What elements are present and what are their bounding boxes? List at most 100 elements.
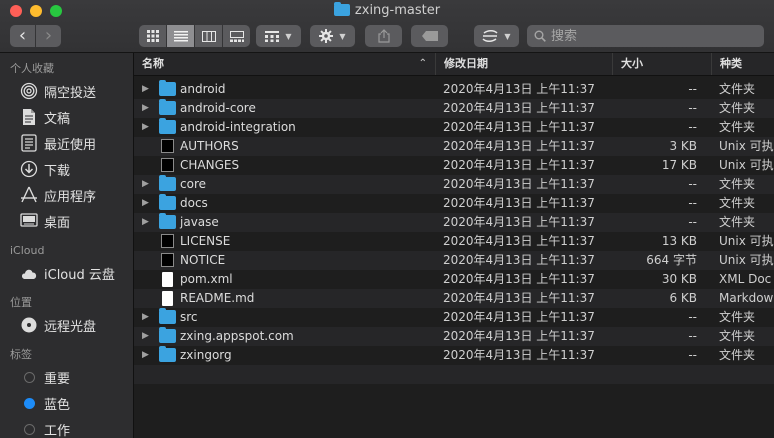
folder-icon — [159, 194, 176, 210]
file-row[interactable]: ▶ zxingorg 2020年4月13日 上午11:37 -- 文件夹 — [134, 346, 774, 365]
disclosure-triangle-icon[interactable]: ▶ — [142, 80, 149, 99]
folder-icon — [159, 118, 176, 134]
edit-tags-button[interactable] — [411, 25, 448, 47]
file-row[interactable]: ▶ docs 2020年4月13日 上午11:37 -- 文件夹 — [134, 194, 774, 213]
forward-button[interactable]: › — [36, 25, 61, 47]
column-size-header[interactable]: 大小 — [612, 53, 711, 75]
file-row[interactable]: ▶ javase 2020年4月13日 上午11:37 -- 文件夹 — [134, 213, 774, 232]
file-row[interactable]: ▶ android 2020年4月13日 上午11:37 -- 文件夹 — [134, 80, 774, 99]
file-date: 2020年4月13日 上午11:37 — [443, 310, 595, 324]
folder-icon — [159, 213, 176, 229]
window-title-text: zxing-master — [354, 3, 441, 18]
file-row[interactable]: CHANGES 2020年4月13日 上午11:37 17 KB Unix 可执 — [134, 156, 774, 175]
list-lines-icon — [173, 30, 188, 41]
sidebar-item[interactable]: 蓝色 — [0, 390, 133, 416]
sidebar-item[interactable]: 最近使用 — [0, 130, 133, 156]
gear-icon — [319, 29, 334, 43]
file-row[interactable]: ▶ android-core 2020年4月13日 上午11:37 -- 文件夹 — [134, 99, 774, 118]
file-size: 30 KB — [661, 272, 697, 286]
sort-ascending-icon: ⌃ — [418, 58, 427, 69]
sidebar-item[interactable]: 文稿 — [0, 104, 133, 130]
search-field[interactable] — [527, 25, 764, 48]
file-row[interactable]: LICENSE 2020年4月13日 上午11:37 13 KB Unix 可执 — [134, 232, 774, 251]
column-view-button[interactable] — [195, 25, 222, 47]
back-button[interactable]: ‹ — [10, 25, 35, 47]
file-size: 17 KB — [661, 158, 697, 172]
desktop-icon — [20, 212, 38, 230]
sidebar-item-label: 桌面 — [44, 215, 71, 231]
disclosure-triangle-icon[interactable]: ▶ — [142, 327, 149, 346]
file-size: -- — [688, 120, 697, 134]
search-input[interactable] — [551, 25, 751, 48]
file-date: 2020年4月13日 上午11:37 — [443, 158, 595, 172]
file-row[interactable]: ▶ zxing.appspot.com 2020年4月13日 上午11:37 -- 文件… — [134, 327, 774, 346]
disclosure-triangle-icon[interactable]: ▶ — [142, 346, 149, 365]
file-row[interactable]: ▶ core 2020年4月13日 上午11:37 -- 文件夹 — [134, 175, 774, 194]
action-button[interactable]: ▼ — [310, 25, 355, 47]
file-name: src — [180, 310, 198, 324]
sidebar-item[interactable]: iCloud 云盘 — [0, 260, 133, 286]
folder-icon — [159, 308, 176, 324]
chevron-down-icon: ▼ — [285, 31, 292, 41]
sidebar-item-label: 最近使用 — [44, 137, 97, 153]
file-row[interactable]: README.md 2020年4月13日 上午11:37 6 KB Markdow — [134, 289, 774, 308]
empty-row — [134, 365, 774, 384]
file-rows: ▶ android 2020年4月13日 上午11:37 -- 文件夹 ▶ android-… — [134, 80, 774, 403]
share-button[interactable] — [365, 25, 402, 47]
column-kind-header[interactable]: 种类 — [711, 53, 774, 75]
disclosure-triangle-icon[interactable]: ▶ — [142, 194, 149, 213]
share-icon — [377, 29, 390, 43]
file-date: 2020年4月13日 上午11:37 — [443, 348, 595, 362]
sidebar-item[interactable]: 应用程序 — [0, 182, 133, 208]
sidebar-item[interactable]: 重要 — [0, 364, 133, 390]
disclosure-triangle-icon[interactable]: ▶ — [142, 99, 149, 118]
folder-icon — [159, 80, 176, 96]
sidebar-item[interactable]: 桌面 — [0, 208, 133, 234]
icon-view-button[interactable] — [139, 25, 166, 47]
disclosure-triangle-icon[interactable]: ▶ — [142, 213, 149, 232]
file-date: 2020年4月13日 上午11:37 — [443, 196, 595, 210]
column-name-header[interactable]: 名称 ⌃ — [134, 53, 435, 75]
quick-actions-button[interactable]: ▼ — [474, 25, 519, 47]
file-date: 2020年4月13日 上午11:37 — [443, 139, 595, 153]
sidebar-item[interactable]: 远程光盘 — [0, 312, 133, 338]
remote-disc-icon — [20, 316, 38, 334]
folder-icon — [159, 327, 176, 343]
applications-icon — [20, 186, 38, 204]
file-row[interactable]: AUTHORS 2020年4月13日 上午11:37 3 KB Unix 可执 — [134, 137, 774, 156]
sidebar-item[interactable]: 工作 — [0, 416, 133, 438]
list-view-button[interactable] — [167, 25, 194, 47]
file-kind: Unix 可执 — [719, 158, 774, 172]
file-name: pom.xml — [180, 272, 233, 286]
document-icon — [162, 291, 173, 306]
file-row[interactable]: NOTICE 2020年4月13日 上午11:37 664 字节 Unix 可执 — [134, 251, 774, 270]
sidebar-section-heading: 标签 — [10, 348, 32, 361]
tag-gray-icon — [20, 368, 38, 386]
file-date: 2020年4月13日 上午11:37 — [443, 234, 595, 248]
file-row[interactable]: pom.xml 2020年4月13日 上午11:37 30 KB XML Doc — [134, 270, 774, 289]
file-row[interactable]: ▶ android-integration 2020年4月13日 上午11:37 --… — [134, 118, 774, 137]
folder-icon — [159, 99, 176, 115]
gallery-view-button[interactable] — [223, 25, 250, 47]
file-kind: 文件夹 — [719, 310, 756, 324]
sidebar-item[interactable]: 隔空投送 — [0, 78, 133, 104]
disclosure-triangle-icon[interactable]: ▶ — [142, 175, 149, 194]
sidebar-item-label: 下载 — [44, 163, 71, 179]
file-kind: 文件夹 — [719, 348, 756, 362]
file-date: 2020年4月13日 上午11:37 — [443, 177, 595, 191]
sidebar-item-label: 隔空投送 — [44, 85, 97, 101]
tag-icon — [421, 31, 438, 41]
file-row[interactable]: ▶ src 2020年4月13日 上午11:37 -- 文件夹 — [134, 308, 774, 327]
file-name: CHANGES — [180, 158, 240, 172]
column-date-label: 修改日期 — [444, 57, 488, 70]
group-button[interactable]: ▼ — [256, 25, 301, 47]
file-size: -- — [688, 82, 697, 96]
disclosure-triangle-icon[interactable]: ▶ — [142, 118, 149, 137]
column-date-header[interactable]: 修改日期 — [435, 53, 612, 75]
sidebar-item[interactable]: 下载 — [0, 156, 133, 182]
forward-arrow-icon: › — [44, 25, 53, 46]
sidebar-item-label: 重要 — [44, 371, 71, 387]
icloud-icon — [20, 264, 38, 282]
disclosure-triangle-icon[interactable]: ▶ — [142, 308, 149, 327]
back-arrow-icon: ‹ — [18, 25, 27, 46]
